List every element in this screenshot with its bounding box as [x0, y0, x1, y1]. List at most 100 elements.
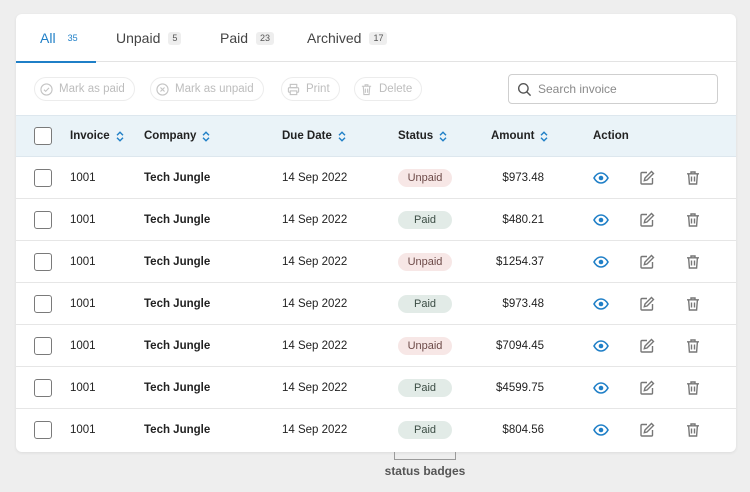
- check-circle-icon: [40, 82, 53, 96]
- table-row[interactable]: 1001 Tech Jungle 14 Sep 2022 Unpaid $709…: [16, 325, 736, 367]
- invoice-number: 1001: [70, 214, 96, 226]
- column-action-label: Action: [593, 130, 629, 142]
- delete-label: Delete: [379, 83, 413, 95]
- sort-icon: [439, 130, 447, 142]
- status-badge: Paid: [398, 379, 452, 397]
- row-checkbox[interactable]: [34, 295, 52, 313]
- company-name: Tech Jungle: [144, 424, 211, 436]
- delete-button[interactable]: Delete: [354, 77, 423, 101]
- annotation-bracket: [394, 452, 456, 460]
- amount: $4599.75: [496, 382, 544, 394]
- tab-count: 17: [369, 31, 388, 45]
- tab-archived[interactable]: Archived 17: [307, 14, 388, 62]
- table-header: Invoice Company Due Date Status Amount A…: [16, 115, 736, 157]
- edit-icon[interactable]: [639, 254, 655, 270]
- edit-icon[interactable]: [639, 422, 655, 438]
- company-name: Tech Jungle: [144, 172, 211, 184]
- company-name: Tech Jungle: [144, 256, 211, 268]
- eye-icon[interactable]: [593, 254, 609, 270]
- eye-icon[interactable]: [593, 338, 609, 354]
- edit-icon[interactable]: [639, 380, 655, 396]
- due-date: 14 Sep 2022: [282, 424, 348, 436]
- amount: $804.56: [502, 424, 544, 436]
- row-checkbox[interactable]: [34, 169, 52, 187]
- column-company[interactable]: Company: [144, 116, 210, 156]
- status-badge: Paid: [398, 295, 452, 313]
- due-date: 14 Sep 2022: [282, 214, 348, 226]
- tab-unpaid[interactable]: Unpaid 5: [116, 14, 182, 62]
- column-due-date-label: Due Date: [282, 130, 332, 142]
- eye-icon[interactable]: [593, 170, 609, 186]
- search-box[interactable]: [508, 74, 718, 104]
- mark-as-unpaid-button[interactable]: Mark as unpaid: [150, 77, 264, 101]
- table-row[interactable]: 1001 Tech Jungle 14 Sep 2022 Paid $973.4…: [16, 283, 736, 325]
- mark-as-unpaid-label: Mark as unpaid: [175, 83, 254, 95]
- print-button[interactable]: Print: [281, 77, 340, 101]
- invoice-number: 1001: [70, 298, 96, 310]
- row-checkbox[interactable]: [34, 253, 52, 271]
- sort-icon: [540, 130, 548, 142]
- column-amount[interactable]: Amount: [491, 116, 548, 156]
- row-checkbox[interactable]: [34, 379, 52, 397]
- trash-icon[interactable]: [685, 170, 701, 186]
- tab-all[interactable]: All 35: [16, 14, 96, 63]
- tab-label: Paid: [220, 30, 249, 46]
- trash-icon[interactable]: [685, 254, 701, 270]
- due-date: 14 Sep 2022: [282, 298, 348, 310]
- trash-icon[interactable]: [685, 380, 701, 396]
- column-due-date[interactable]: Due Date: [282, 116, 346, 156]
- eye-icon[interactable]: [593, 212, 609, 228]
- row-checkbox[interactable]: [34, 337, 52, 355]
- edit-icon[interactable]: [639, 212, 655, 228]
- edit-icon[interactable]: [639, 296, 655, 312]
- due-date: 14 Sep 2022: [282, 382, 348, 394]
- amount: $7094.45: [496, 340, 544, 352]
- table-row[interactable]: 1001 Tech Jungle 14 Sep 2022 Unpaid $973…: [16, 157, 736, 199]
- column-amount-label: Amount: [491, 130, 535, 142]
- trash-icon[interactable]: [685, 422, 701, 438]
- table-row[interactable]: 1001 Tech Jungle 14 Sep 2022 Paid $4599.…: [16, 367, 736, 409]
- column-status[interactable]: Status: [398, 116, 447, 156]
- print-label: Print: [306, 83, 330, 95]
- tab-count: 5: [168, 31, 182, 45]
- status-badge: Unpaid: [398, 169, 452, 187]
- eye-icon[interactable]: [593, 422, 609, 438]
- invoice-number: 1001: [70, 256, 96, 268]
- invoice-card: All 35 Unpaid 5 Paid 23 Archived 17 Mark…: [16, 14, 736, 452]
- trash-icon[interactable]: [685, 296, 701, 312]
- company-name: Tech Jungle: [144, 382, 211, 394]
- row-checkbox[interactable]: [34, 421, 52, 439]
- column-invoice[interactable]: Invoice: [70, 116, 124, 156]
- eye-icon[interactable]: [593, 296, 609, 312]
- company-name: Tech Jungle: [144, 298, 211, 310]
- table-row[interactable]: 1001 Tech Jungle 14 Sep 2022 Unpaid $125…: [16, 241, 736, 283]
- column-company-label: Company: [144, 130, 197, 142]
- due-date: 14 Sep 2022: [282, 340, 348, 352]
- select-all-checkbox[interactable]: [34, 127, 52, 145]
- status-tabs: All 35 Unpaid 5 Paid 23 Archived 17: [16, 14, 736, 63]
- trash-icon[interactable]: [685, 212, 701, 228]
- edit-icon[interactable]: [639, 170, 655, 186]
- amount: $973.48: [502, 172, 544, 184]
- trash-icon[interactable]: [685, 338, 701, 354]
- annotation-caption: status badges: [384, 464, 466, 478]
- row-checkbox[interactable]: [34, 211, 52, 229]
- mark-as-paid-button[interactable]: Mark as paid: [34, 77, 135, 101]
- tab-count: 23: [256, 31, 275, 45]
- status-badge: Paid: [398, 421, 452, 439]
- due-date: 14 Sep 2022: [282, 172, 348, 184]
- company-name: Tech Jungle: [144, 214, 211, 226]
- amount: $1254.37: [496, 256, 544, 268]
- invoice-number: 1001: [70, 340, 96, 352]
- table-row[interactable]: 1001 Tech Jungle 14 Sep 2022 Paid $804.5…: [16, 409, 736, 451]
- search-input[interactable]: [538, 82, 698, 96]
- edit-icon[interactable]: [639, 338, 655, 354]
- eye-icon[interactable]: [593, 380, 609, 396]
- search-icon: [517, 82, 532, 96]
- amount: $973.48: [502, 298, 544, 310]
- table-row[interactable]: 1001 Tech Jungle 14 Sep 2022 Paid $480.2…: [16, 199, 736, 241]
- column-status-label: Status: [398, 130, 434, 142]
- invoice-number: 1001: [70, 424, 96, 436]
- trash-icon: [361, 83, 372, 95]
- tab-paid[interactable]: Paid 23: [220, 14, 275, 62]
